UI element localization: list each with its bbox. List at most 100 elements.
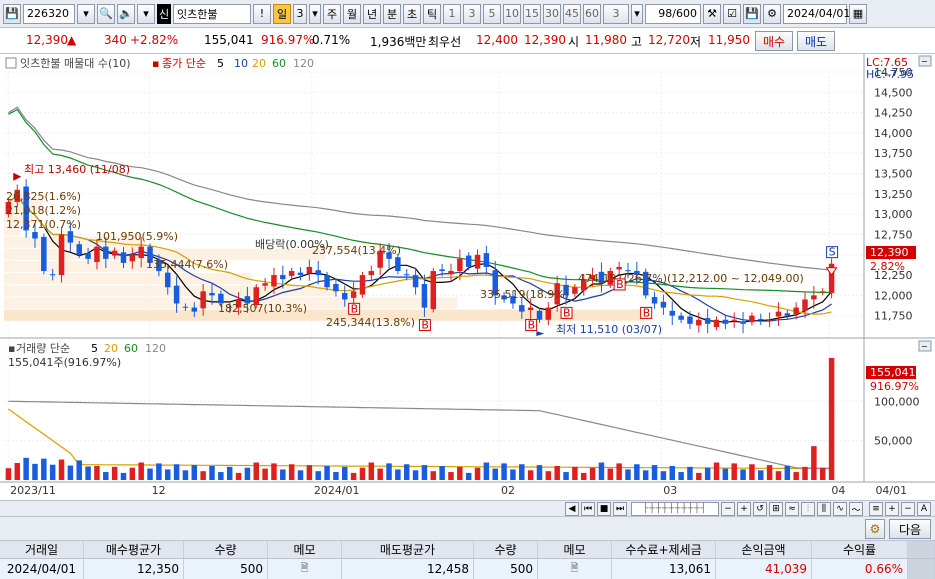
plus-icon[interactable]: +: [885, 502, 899, 516]
volume-bar: [625, 469, 631, 480]
table-settings-button[interactable]: ⚙: [865, 519, 885, 539]
cell-fee-tax: 13,061: [612, 559, 716, 579]
volume-bar: [306, 465, 313, 480]
period-year-button[interactable]: 년: [363, 3, 381, 24]
wave-icon[interactable]: 〜: [849, 502, 863, 516]
volume-bar: [749, 464, 755, 480]
next-button[interactable]: 다음: [889, 519, 931, 539]
stock-name-field[interactable]: 잇츠한불: [173, 3, 251, 24]
tool-icon[interactable]: ⚒: [703, 3, 721, 24]
period-minute-button[interactable]: 분: [383, 3, 401, 24]
speaker-icon[interactable]: 🔈: [117, 3, 135, 24]
candle-body: [262, 283, 268, 286]
checklist-icon[interactable]: ☑: [723, 3, 741, 24]
period-month-button[interactable]: 월: [343, 3, 361, 24]
area-chart-icon[interactable]: ∿: [833, 502, 847, 516]
candle-body: [731, 319, 737, 321]
scroll-first-icon[interactable]: ⏮: [581, 502, 595, 516]
cell-sell-memo[interactable]: 🗎: [538, 559, 612, 579]
minute-60-button[interactable]: 60: [583, 3, 601, 24]
chart-area[interactable]: 11,75012,00012,25012,50012,75013,00013,2…: [0, 54, 935, 500]
table-scrollbar[interactable]: [908, 541, 935, 558]
menu-icon[interactable]: ▾: [137, 3, 155, 24]
header-trade-date: 거래일: [0, 541, 84, 558]
gear-icon[interactable]: ⚙: [763, 3, 781, 24]
volume-bar: [244, 467, 251, 480]
dropdown-icon[interactable]: ▾: [77, 3, 95, 24]
zoom-in-icon[interactable]: +: [737, 502, 751, 516]
text-tool-icon[interactable]: ≡: [869, 502, 883, 516]
search-icon[interactable]: 🔍: [97, 3, 115, 24]
zoom-out-icon[interactable]: −: [721, 502, 735, 516]
minute-30-button[interactable]: 30: [543, 3, 561, 24]
zoom-slider[interactable]: ├┼┼┼┼┼┼┼┼┤: [631, 502, 719, 516]
reset-zoom-icon[interactable]: ↺: [753, 502, 767, 516]
period-second-button[interactable]: 초: [403, 3, 421, 24]
chart-type-icon[interactable]: ⊞: [769, 502, 783, 516]
candle-body: [395, 257, 401, 272]
candle-body: [129, 254, 136, 262]
bar-chart-icon[interactable]: ⫶: [801, 502, 815, 516]
volume-tick-label: 50,000: [874, 435, 913, 448]
count-field[interactable]: 98/600: [645, 3, 701, 24]
volume-bar: [120, 472, 127, 480]
ma-120-legend: 120: [293, 57, 314, 70]
buy-marker-label: B: [351, 302, 359, 315]
period-tick-button[interactable]: 틱: [423, 3, 441, 24]
calendar-icon[interactable]: ▦: [849, 3, 867, 24]
unit-dropdown-icon[interactable]: ▾: [631, 3, 643, 24]
minute-5-button[interactable]: 5: [483, 3, 501, 24]
minute-3-button[interactable]: 3: [463, 3, 481, 24]
minute-15-button[interactable]: 15: [523, 3, 541, 24]
volume-bar: [713, 462, 720, 480]
candle-body: [536, 310, 543, 320]
x-tick-label: 04: [831, 484, 845, 497]
unit-select[interactable]: 3: [603, 3, 629, 24]
volume-bar: [129, 467, 136, 480]
vma-60-legend: 60: [124, 342, 138, 355]
volume-bar: [138, 462, 144, 480]
volume-legend-title: 거래량 단순: [16, 342, 70, 355]
stock-code-input[interactable]: 226320: [23, 3, 75, 24]
date-input[interactable]: 2024/04/01: [783, 3, 850, 24]
buy-button[interactable]: 매수: [755, 31, 793, 51]
trade-amount: 1,936백만: [370, 35, 427, 49]
line-chart-icon[interactable]: ≈: [785, 502, 799, 516]
y-tick-label: 13,000: [874, 208, 913, 221]
font-size-icon[interactable]: A: [917, 502, 931, 516]
scroll-left-icon[interactable]: ◀: [565, 502, 579, 516]
minute-10-button[interactable]: 10: [503, 3, 521, 24]
minus-icon[interactable]: −: [901, 502, 915, 516]
cell-buy-memo[interactable]: 🗎: [268, 559, 342, 579]
save-icon[interactable]: 💾: [3, 3, 21, 24]
sell-button[interactable]: 매도: [797, 31, 835, 51]
candle-body: [687, 316, 693, 324]
current-volume-rate-label: 916.97%: [870, 380, 919, 393]
candle-body: [85, 253, 91, 259]
volume-bar: [103, 472, 109, 480]
table-scrollbar[interactable]: [908, 559, 935, 579]
period-week-button[interactable]: 주: [323, 3, 341, 24]
candle-chart-icon[interactable]: ⫼: [817, 502, 831, 516]
period-num-dropdown-icon[interactable]: ▾: [309, 3, 321, 24]
price-volume-chart[interactable]: 11,75012,00012,25012,50012,75013,00013,2…: [0, 54, 935, 500]
high-annotation: 최고 13,460 (11/08): [24, 163, 130, 176]
scroll-last-icon[interactable]: ⏭: [613, 502, 627, 516]
volume-bar: [589, 467, 596, 480]
y-tick-label: 13,750: [874, 147, 913, 160]
minute-1-button[interactable]: 1: [443, 3, 461, 24]
candle-body: [749, 315, 755, 323]
period-num[interactable]: 3: [293, 3, 307, 24]
current-price-axis-label: 12,390: [870, 246, 909, 259]
table-row[interactable]: 2024/04/01 12,350 500 🗎 12,458 500 🗎 13,…: [0, 559, 935, 579]
volume-bar: [395, 469, 401, 480]
x-tick-label: 04/01: [875, 484, 907, 497]
minute-45-button[interactable]: 45: [563, 3, 581, 24]
warning-button[interactable]: !: [253, 3, 271, 24]
open-label: 시: [568, 35, 580, 49]
stop-icon[interactable]: ■: [597, 502, 611, 516]
period-day-button[interactable]: 일: [273, 3, 291, 24]
disk-icon[interactable]: 💾: [743, 3, 761, 24]
candle-body: [165, 272, 171, 288]
candle-body: [669, 310, 675, 316]
